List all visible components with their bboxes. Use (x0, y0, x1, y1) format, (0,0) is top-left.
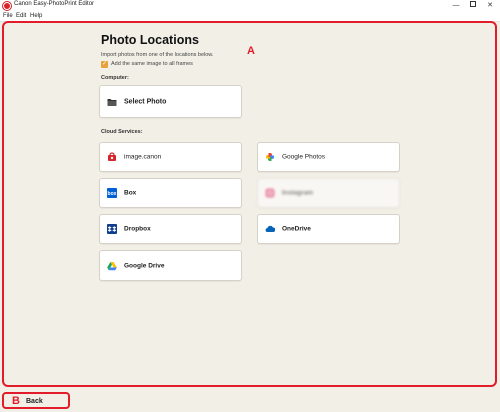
close-button[interactable]: ✕ (482, 0, 498, 12)
app-logo-icon (3, 2, 11, 10)
cloud-section-header: Cloud Services: (101, 129, 143, 135)
page-title: Photo Locations (101, 33, 199, 47)
service-label: Dropbox (124, 225, 151, 233)
menu-edit[interactable]: Edit (16, 13, 26, 19)
callout-label-b: B (12, 395, 20, 407)
callout-label-a: A (247, 45, 255, 57)
maximize-button[interactable] (465, 0, 481, 12)
service-google-photos[interactable]: Google Photos (257, 142, 400, 172)
service-box[interactable]: box Box (99, 178, 242, 208)
computer-section-header: Computer: (101, 75, 129, 81)
select-photo-button[interactable]: Select Photo (99, 85, 242, 118)
svg-text:box: box (108, 191, 117, 197)
instagram-icon (265, 188, 275, 198)
service-label: Google Drive (124, 262, 165, 269)
image-canon-icon (108, 152, 116, 161)
service-label: Instagram (282, 189, 314, 197)
same-image-checkbox[interactable]: ✓ (101, 61, 108, 68)
service-google-drive[interactable]: Google Drive (99, 250, 242, 281)
page-subtitle: Import photos from one of the locations … (101, 52, 214, 58)
menu-file[interactable]: File (3, 13, 13, 19)
service-label: Google Photos (282, 153, 326, 161)
google-photos-icon (266, 153, 274, 161)
back-button[interactable]: B Back (2, 392, 70, 409)
box-icon: box (107, 188, 117, 198)
minimize-button[interactable]: — (448, 0, 464, 12)
service-instagram[interactable]: Instagram (257, 178, 400, 208)
folder-icon (107, 98, 117, 106)
select-photo-label: Select Photo (124, 98, 167, 105)
back-button-label: Back (26, 398, 43, 405)
onedrive-icon (265, 225, 275, 232)
service-label: Box (124, 189, 137, 197)
google-drive-icon (107, 261, 117, 270)
same-image-checkbox-label: Add the same image to all frames (111, 61, 193, 67)
callout-frame-a (2, 21, 497, 387)
service-label: image.canon (124, 153, 162, 161)
service-onedrive[interactable]: OneDrive (257, 214, 400, 244)
menu-help[interactable]: Help (30, 13, 42, 19)
maximize-icon (470, 1, 476, 8)
service-label: OneDrive (282, 225, 311, 233)
title-bar: Canon Easy-PhotoPrint Editor — ✕ (0, 0, 500, 12)
dropbox-icon (107, 224, 117, 234)
service-image-canon[interactable]: image.canon (99, 142, 242, 172)
service-dropbox[interactable]: Dropbox (99, 214, 242, 244)
window-title: Canon Easy-PhotoPrint Editor (14, 1, 95, 7)
